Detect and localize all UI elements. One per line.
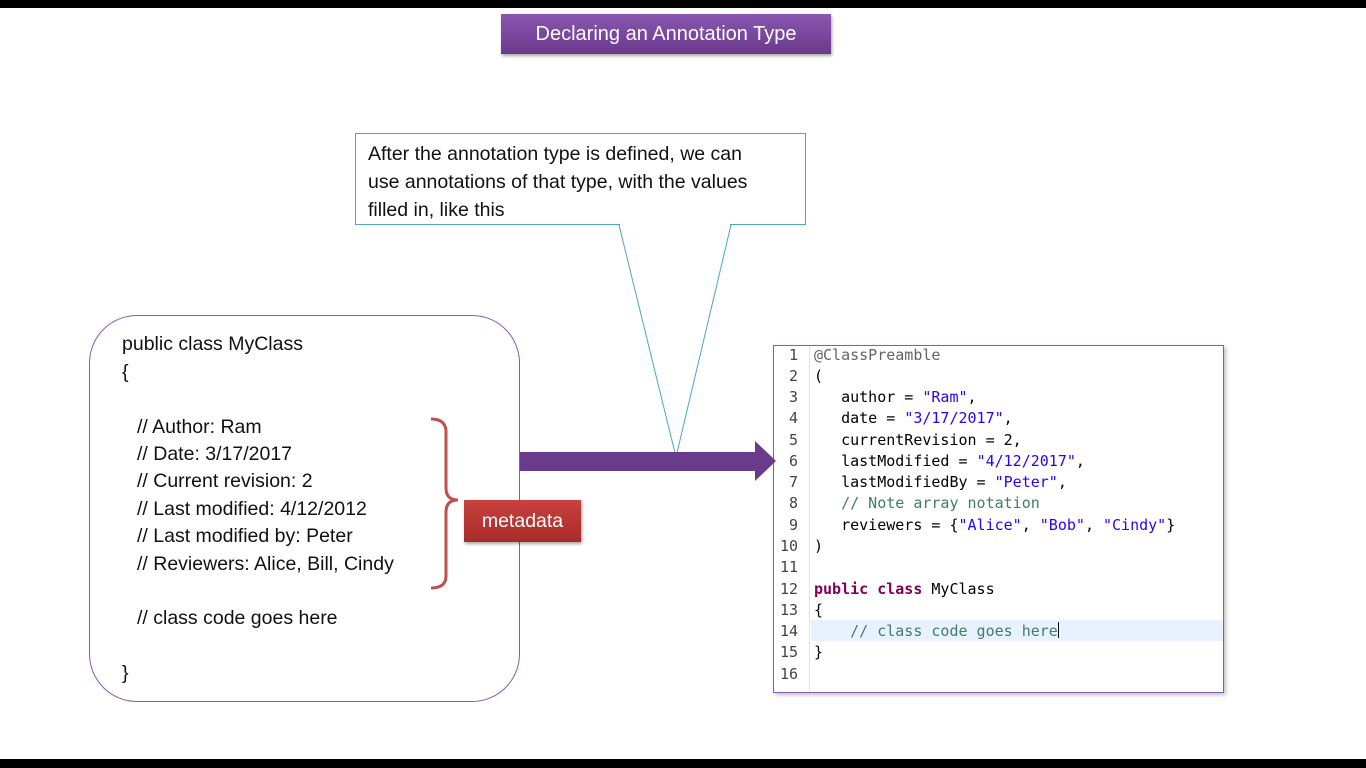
code-line: } (814, 643, 824, 661)
code-line: author = "Ram", (814, 388, 977, 406)
connector-arrow (520, 441, 776, 481)
code-line: public class MyClass (814, 580, 995, 598)
string-token: "Bob" (1039, 516, 1085, 534)
callout-pointer (618, 224, 732, 458)
line-number: 7 (788, 473, 798, 491)
callout-line-3: filled in, like this (368, 199, 505, 221)
left-code-line: } (122, 662, 129, 684)
text-cursor (1057, 622, 1059, 638)
keyword-token: class (877, 580, 923, 598)
line-number: 2 (788, 367, 798, 385)
annotation-token: @ClassPreamble (814, 346, 941, 364)
line-number: 10 (779, 537, 798, 555)
code-line: currentRevision = 2, (814, 431, 1022, 449)
code-token: , (1003, 409, 1013, 427)
keyword-token: public (814, 580, 869, 598)
code-token: , (967, 388, 977, 406)
line-number: 14 (779, 622, 798, 640)
code-editor[interactable]: 1 2 3 4 5 6 7 8 9 10 11 12 13 14 15 16 @… (773, 345, 1224, 693)
code-token: , (1021, 516, 1040, 534)
code-token: author = (814, 388, 923, 406)
code-line: ( (814, 367, 824, 385)
code-line: lastModifiedBy = "Peter", (814, 473, 1067, 491)
code-line: { (814, 601, 824, 619)
left-code-line: // Date: 3/17/2017 (137, 443, 293, 465)
line-number: 8 (788, 494, 798, 512)
line-number: 16 (779, 665, 798, 683)
line-number: 6 (788, 452, 798, 470)
code-comment-line: // Note array notation (814, 494, 1040, 512)
code-comment-line: // class code goes here (814, 622, 1059, 640)
line-number: 12 (779, 580, 798, 598)
callout-box: After the annotation type is defined, we… (355, 133, 806, 225)
code-token: MyClass (922, 580, 995, 598)
slide-title: Declaring an Annotation Type (501, 14, 831, 54)
code-token: lastModified = (814, 452, 977, 470)
code-line: date = "3/17/2017", (814, 409, 1013, 427)
code-token: , (1084, 516, 1103, 534)
code-token: , (1075, 452, 1085, 470)
line-number: 9 (788, 516, 798, 534)
left-code-line: // Reviewers: Alice, Bill, Cindy (137, 553, 394, 575)
left-code-line: // Last modified by: Peter (137, 525, 353, 547)
code-token: date = (814, 409, 905, 427)
line-number: 5 (788, 431, 798, 449)
left-code-line: { (122, 361, 129, 383)
bottom-black-bar (0, 759, 1366, 768)
code-line: reviewers = {"Alice", "Bob", "Cindy"} (814, 516, 1175, 534)
code-line: lastModified = "4/12/2017", (814, 452, 1085, 470)
string-token: "Alice" (958, 516, 1022, 534)
string-token: "4/12/2017" (976, 452, 1076, 470)
code-token: } (1166, 516, 1176, 534)
left-code-line: // class code goes here (137, 607, 338, 629)
left-code-line: // Current revision: 2 (137, 470, 313, 492)
callout-line-2: use annotations of that type, with the v… (368, 171, 748, 193)
callout-line-1: After the annotation type is defined, we… (368, 143, 742, 165)
code-token: , (1057, 473, 1067, 491)
string-token: "Ram" (922, 388, 968, 406)
code-token: lastModifiedBy = (814, 473, 995, 491)
line-number: 11 (779, 558, 798, 576)
metadata-label: metadata (464, 500, 581, 542)
code-line: ) (814, 537, 824, 555)
left-code-line: // Author: Ram (137, 416, 262, 438)
line-number: 15 (779, 643, 798, 661)
string-token: "Peter" (994, 473, 1058, 491)
left-code-line: // Last modified: 4/12/2012 (137, 498, 367, 520)
line-number: 1 (788, 346, 798, 364)
line-number: 4 (788, 409, 798, 427)
code-comment-text: // class code goes here (814, 622, 1058, 640)
left-code-line: public class MyClass (122, 333, 303, 355)
string-token: "3/17/2017" (904, 409, 1004, 427)
string-token: "Cindy" (1103, 516, 1167, 534)
code-line: @ClassPreamble (814, 346, 940, 364)
code-token: reviewers = { (814, 516, 959, 534)
line-number: 13 (779, 601, 798, 619)
top-black-bar (0, 0, 1366, 8)
line-number: 3 (788, 388, 798, 406)
